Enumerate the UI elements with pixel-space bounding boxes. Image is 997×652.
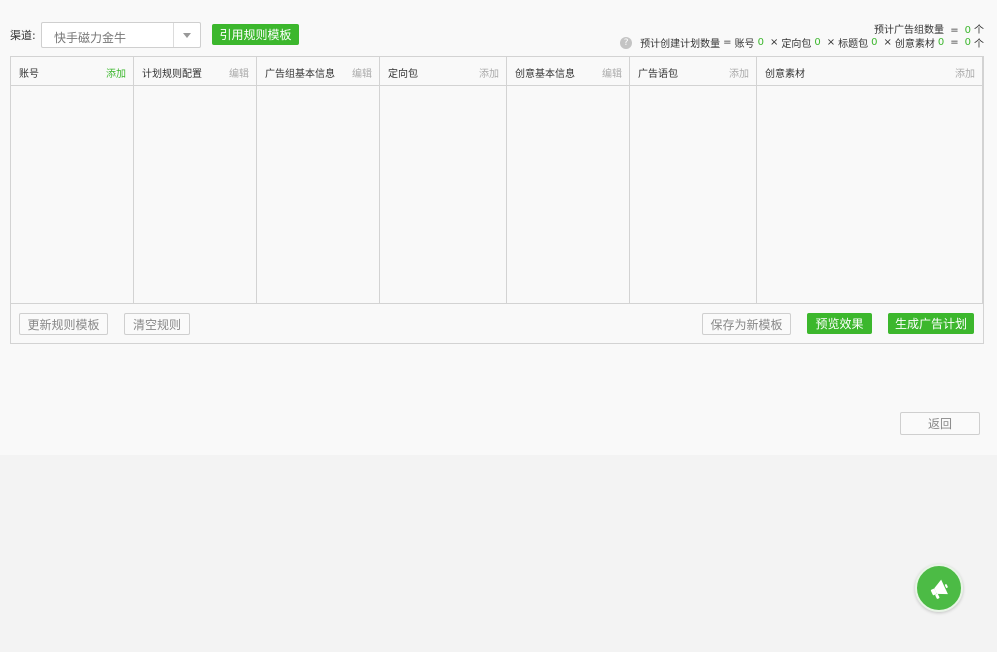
- add-material-link[interactable]: 添加: [955, 65, 975, 80]
- plan-count-stat: ? 预计创建计划数量 = 账号 0 × 定向包 0 × 标题包 0 × 创意素材 0 =…: [620, 35, 984, 50]
- column-ad-copy: 广告语包 添加: [630, 57, 757, 303]
- generate-plan-button[interactable]: 生成广告计划: [888, 313, 974, 334]
- column-account: 账号 添加: [11, 57, 134, 303]
- column-header: 计划规则配置 编辑: [134, 57, 256, 86]
- announcement-button[interactable]: [915, 564, 963, 612]
- group-count-stat: 预计广告组数量 = 0 个: [874, 25, 984, 36]
- update-template-button[interactable]: 更新规则模板: [19, 313, 108, 335]
- channel-select[interactable]: 快手磁力金牛: [41, 22, 201, 48]
- column-header: 创意素材 添加: [757, 57, 982, 86]
- rule-grid: 账号 添加 计划规则配置 编辑 广告组基本信息 编辑 定向包 添加 创意基本信息: [10, 56, 984, 344]
- edit-ad-group-link[interactable]: 编辑: [352, 65, 372, 80]
- clear-rules-button[interactable]: 清空规则: [124, 313, 190, 335]
- main-panel: 渠道: 快手磁力金牛 引用规则模板 预计广告组数量 = 0 个 ? 预计创建计划数量…: [0, 0, 997, 455]
- edit-creative-info-link[interactable]: 编辑: [602, 65, 622, 80]
- megaphone-icon: [930, 579, 948, 599]
- chevron-down-icon[interactable]: [173, 23, 200, 47]
- preview-button[interactable]: 预览效果: [807, 313, 872, 334]
- save-template-button[interactable]: 保存为新模板: [702, 313, 791, 335]
- column-creative-info: 创意基本信息 编辑: [507, 57, 630, 303]
- column-header: 创意基本信息 编辑: [507, 57, 629, 86]
- edit-plan-rules-link[interactable]: 编辑: [229, 65, 249, 80]
- column-plan-rules: 计划规则配置 编辑: [134, 57, 257, 303]
- column-header: 账号 添加: [11, 57, 133, 86]
- help-icon[interactable]: ?: [620, 36, 633, 49]
- add-targeting-link[interactable]: 添加: [479, 65, 499, 80]
- channel-label: 渠道:: [10, 29, 36, 42]
- back-button[interactable]: 返回: [900, 412, 980, 435]
- plan-count-value: 0: [964, 37, 971, 48]
- add-ad-copy-link[interactable]: 添加: [729, 65, 749, 80]
- column-header: 广告语包 添加: [630, 57, 756, 86]
- column-ad-group: 广告组基本信息 编辑: [257, 57, 380, 303]
- column-header: 定向包 添加: [380, 57, 506, 86]
- column-creative-material: 创意素材 添加: [757, 57, 983, 303]
- column-targeting: 定向包 添加: [380, 57, 507, 303]
- apply-template-button[interactable]: 引用规则模板: [212, 24, 299, 45]
- channel-select-value: 快手磁力金牛: [54, 31, 127, 45]
- grid-footer: 更新规则模板 清空规则 保存为新模板 预览效果 生成广告计划: [11, 303, 983, 343]
- column-header: 广告组基本信息 编辑: [257, 57, 379, 86]
- add-account-link[interactable]: 添加: [106, 65, 126, 80]
